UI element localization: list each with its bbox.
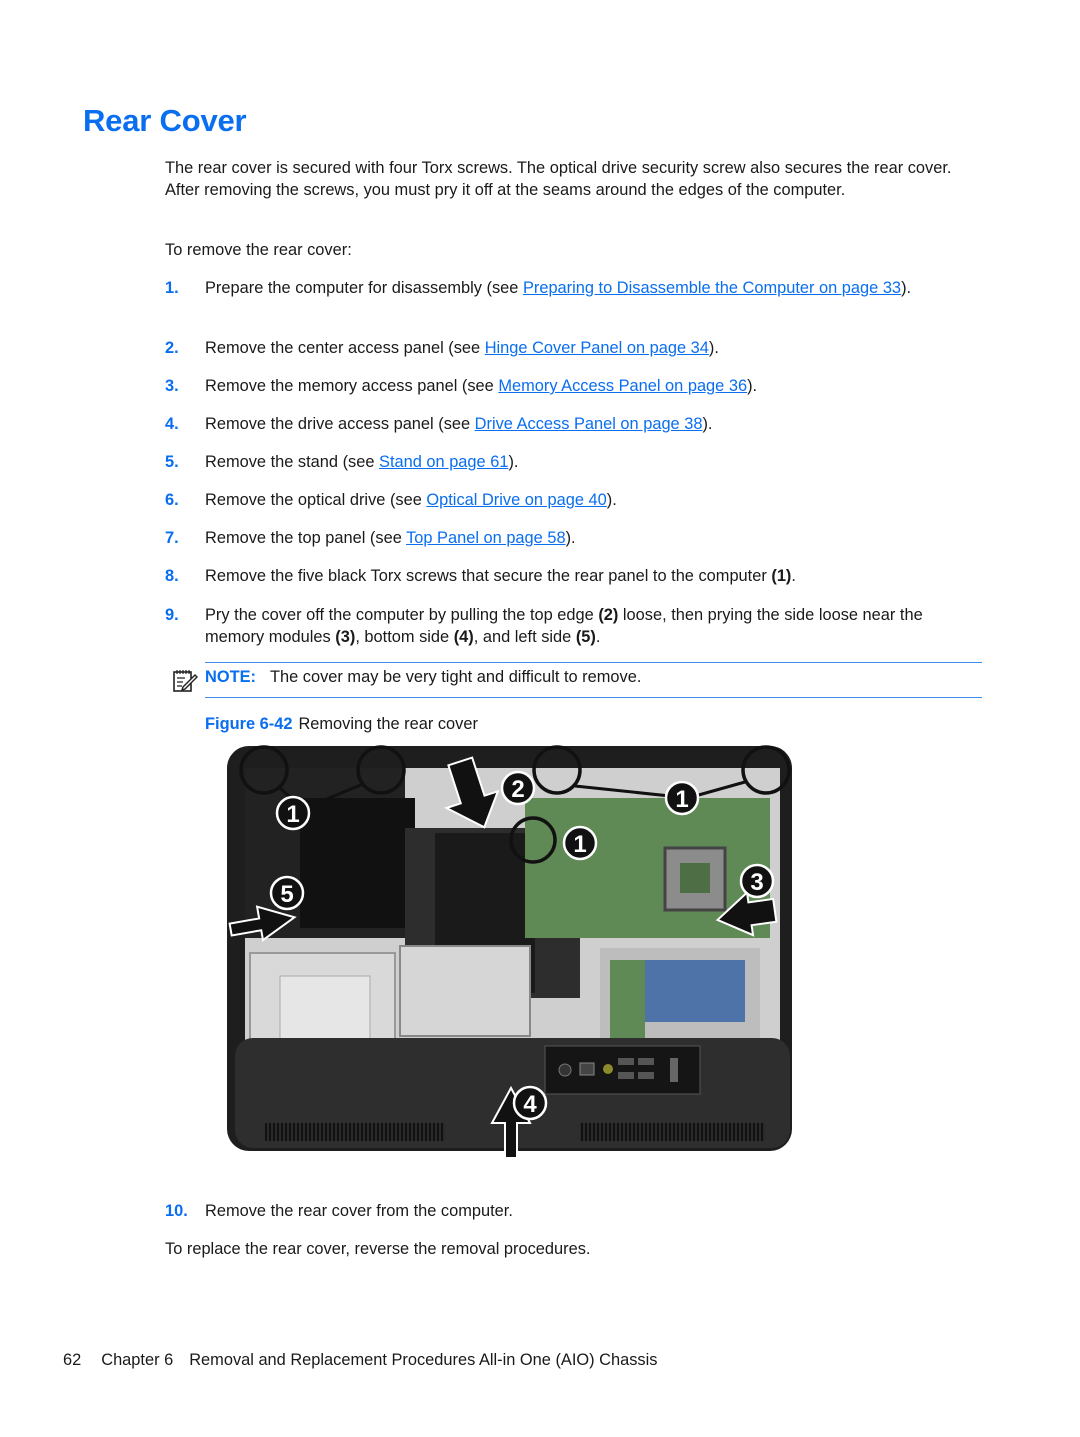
- step-text: Remove the stand (see: [205, 453, 380, 471]
- step-number: 3.: [165, 377, 179, 395]
- step-text-end: ).: [702, 415, 713, 433]
- step-text-end: .: [595, 628, 601, 646]
- note-box: NOTE: The cover may be very tight and dif…: [173, 662, 982, 698]
- step-2: 2. Remove the center access panel (see H…: [165, 337, 985, 359]
- step-text-end: ).: [747, 377, 758, 395]
- step-number: 5.: [165, 453, 179, 471]
- lead-in-text: To remove the rear cover:: [165, 241, 352, 259]
- step-text: Remove the five black Torx screws that s…: [205, 567, 772, 585]
- vent-left: [265, 1123, 445, 1141]
- step-5: 5. Remove the stand (see Stand on page 6…: [165, 451, 985, 473]
- callout-1b: 1: [664, 780, 700, 816]
- vent-right: [580, 1123, 765, 1141]
- step-text: Prepare the computer for disassembly (se…: [205, 279, 523, 297]
- link-drive-access-panel[interactable]: Drive Access Panel on page 38: [475, 415, 703, 433]
- svg-text:1: 1: [286, 801, 299, 828]
- step-8: 8. Remove the five black Torx screws tha…: [165, 565, 985, 587]
- chapter-label: Chapter 6: [101, 1351, 174, 1369]
- step-7: 7. Remove the top panel (see Top Panel o…: [165, 527, 985, 549]
- step-number: 1.: [165, 279, 179, 297]
- page-number: 62: [63, 1351, 82, 1369]
- step-number: 7.: [165, 529, 179, 547]
- step-text: Remove the center access panel (see: [205, 339, 485, 357]
- svg-text:5: 5: [280, 881, 293, 908]
- callout-1a: 1: [275, 795, 311, 831]
- svg-text:2: 2: [511, 776, 524, 803]
- callout-reference: (4): [453, 628, 474, 646]
- step-number: 4.: [165, 415, 179, 433]
- step-number: 6.: [165, 491, 179, 509]
- link-hinge-cover-panel[interactable]: Hinge Cover Panel on page 34: [485, 339, 709, 357]
- step-text: Remove the top panel (see: [205, 529, 407, 547]
- step-text-end: .: [791, 567, 796, 585]
- step-text: Remove the drive access panel (see: [205, 415, 475, 433]
- chapter-title: Removal and Replacement Procedures All-i…: [189, 1351, 658, 1369]
- figure-caption-text: Removing the rear cover: [298, 715, 478, 733]
- callout-reference: (1): [771, 567, 792, 585]
- step-9: 9. Pry the cover off the computer by pul…: [165, 604, 985, 648]
- callout-3: 3: [739, 863, 775, 899]
- step-10: 10. Remove the rear cover from the compu…: [165, 1200, 985, 1222]
- step-number: 10.: [165, 1202, 188, 1220]
- figure-caption: Figure 6-42 Removing the rear cover: [205, 713, 478, 735]
- rear-cover-photo: 1 2 1 1 3 5 4: [227, 745, 792, 1159]
- intro-paragraph: The rear cover is secured with four Torx…: [165, 159, 952, 199]
- link-top-panel[interactable]: Top Panel on page 58: [406, 529, 566, 547]
- memory-modules: [645, 960, 745, 1022]
- step-number: 8.: [165, 567, 179, 585]
- step-1: 1. Prepare the computer for disassembly …: [165, 277, 985, 299]
- step-text-end: ).: [508, 453, 519, 471]
- step-text: Remove the rear cover from the computer.: [205, 1202, 513, 1220]
- callout-reference: (3): [335, 628, 356, 646]
- step-3: 3. Remove the memory access panel (see M…: [165, 375, 985, 397]
- callout-4: 4: [512, 1085, 548, 1121]
- step-number: 9.: [165, 606, 179, 624]
- svg-text:1: 1: [675, 786, 688, 813]
- svg-text:1: 1: [573, 831, 586, 858]
- link-preparing-to-disassemble[interactable]: Preparing to Disassemble the Computer on…: [523, 279, 901, 297]
- step-text-end: ).: [565, 529, 576, 547]
- step-text: , bottom side: [355, 628, 454, 646]
- note-pencil-icon: [173, 670, 198, 692]
- note-label: NOTE:: [205, 668, 256, 686]
- step-text: , and left side: [473, 628, 576, 646]
- step-number: 2.: [165, 339, 179, 357]
- callout-1c: 1: [562, 825, 598, 861]
- callout-2: 2: [500, 770, 536, 806]
- callout-reference: (2): [598, 606, 619, 624]
- step-4: 4. Remove the drive access panel (see Dr…: [165, 413, 985, 435]
- center-bracket: [399, 945, 531, 1037]
- step-6: 6. Remove the optical drive (see Optical…: [165, 489, 985, 511]
- step-text: Remove the memory access panel (see: [205, 377, 499, 395]
- callout-5: 5: [269, 875, 305, 911]
- svg-text:4: 4: [523, 1091, 537, 1118]
- link-memory-access-panel[interactable]: Memory Access Panel on page 36: [498, 377, 747, 395]
- figure-label: Figure 6-42: [205, 715, 293, 733]
- step-text-end: ).: [901, 279, 912, 297]
- link-stand[interactable]: Stand on page 61: [379, 453, 508, 471]
- step-text: Remove the optical drive (see: [205, 491, 427, 509]
- svg-text:3: 3: [750, 869, 763, 896]
- step-text-end: ).: [606, 491, 617, 509]
- closing-paragraph: To replace the rear cover, reverse the r…: [165, 1240, 591, 1258]
- step-text-end: ).: [708, 339, 719, 357]
- link-optical-drive[interactable]: Optical Drive on page 40: [426, 491, 606, 509]
- page-title: Rear Cover: [83, 103, 247, 138]
- callout-reference: (5): [575, 628, 596, 646]
- note-text: The cover may be very tight and difficul…: [270, 668, 642, 686]
- step-text: Pry the cover off the computer by pullin…: [205, 606, 599, 624]
- page-footer: 62 Chapter 6 Removal and Replacement Proce…: [63, 1349, 657, 1371]
